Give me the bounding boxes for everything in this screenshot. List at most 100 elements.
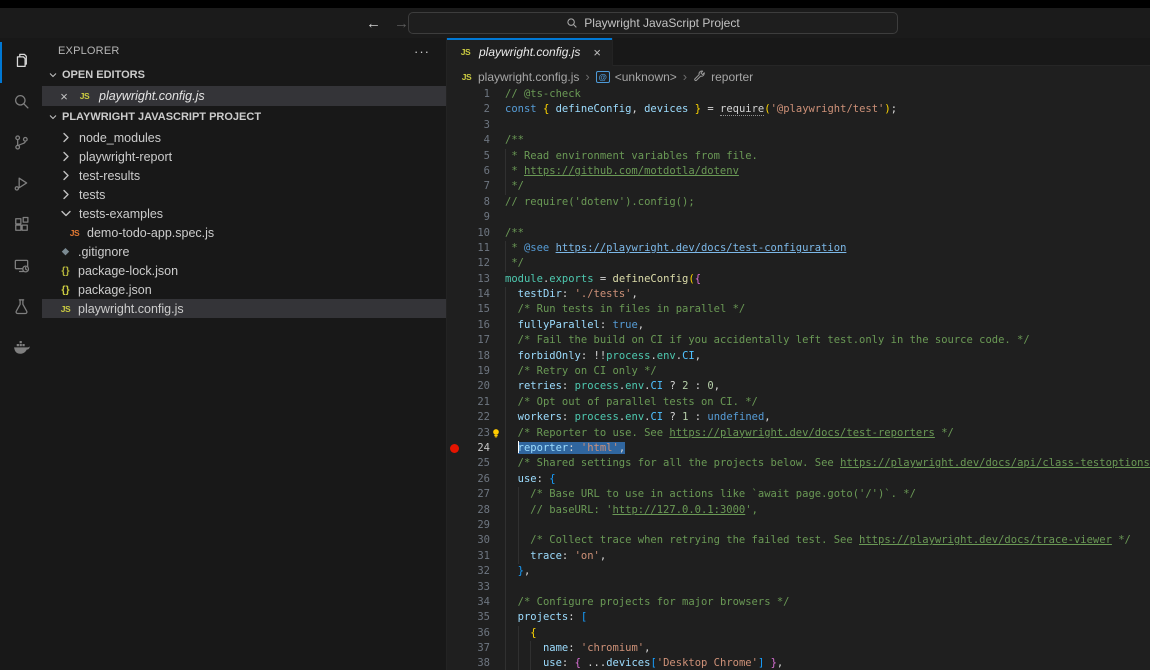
- line-content[interactable]: workers: process.env.CI ? 1 : undefined,: [490, 410, 1150, 425]
- activity-testing[interactable]: [0, 288, 42, 329]
- breakpoint-gutter[interactable]: [447, 364, 462, 379]
- line-content[interactable]: /* Fail the build on CI if you accidenta…: [490, 333, 1150, 348]
- breakpoint-gutter[interactable]: [447, 118, 462, 133]
- breakpoint-gutter[interactable]: [447, 210, 462, 225]
- line-content[interactable]: * https://github.com/motdotla/dotenv: [490, 164, 1150, 179]
- breakpoint-gutter[interactable]: [447, 179, 462, 194]
- breakpoint-gutter[interactable]: [447, 287, 462, 302]
- code-line-19[interactable]: 19 /* Retry on CI only */: [447, 364, 1150, 379]
- code-line-9[interactable]: 9: [447, 210, 1150, 225]
- line-content[interactable]: /* Reporter to use. See https://playwrig…: [490, 426, 1150, 441]
- line-content[interactable]: */: [490, 256, 1150, 271]
- breakpoint-gutter[interactable]: [447, 102, 462, 117]
- line-content[interactable]: name: 'chromium',: [490, 641, 1150, 656]
- code-line-1[interactable]: 1// @ts-check: [447, 87, 1150, 102]
- code-line-15[interactable]: 15 /* Run tests in files in parallel */: [447, 302, 1150, 317]
- section-project[interactable]: PLAYWRIGHT JAVASCRIPT PROJECT: [42, 106, 446, 128]
- activity-run-debug[interactable]: [0, 165, 42, 206]
- line-content[interactable]: // baseURL: 'http://127.0.0.1:3000',: [490, 503, 1150, 518]
- tree-item-test-results[interactable]: test-results: [42, 166, 446, 185]
- code-line-24[interactable]: 24 reporter: 'html',: [447, 441, 1150, 456]
- code-line-16[interactable]: 16 fullyParallel: true,: [447, 318, 1150, 333]
- line-content[interactable]: [490, 118, 1150, 133]
- breakpoint-gutter[interactable]: [447, 472, 462, 487]
- breakpoint-gutter[interactable]: [447, 595, 462, 610]
- code-line-4[interactable]: 4/**: [447, 133, 1150, 148]
- code-line-25[interactable]: 25 /* Shared settings for all the projec…: [447, 456, 1150, 471]
- line-content[interactable]: */: [490, 179, 1150, 194]
- line-content[interactable]: // @ts-check: [490, 87, 1150, 102]
- line-content[interactable]: const { defineConfig, devices } = requir…: [490, 102, 1150, 117]
- line-content[interactable]: {: [490, 626, 1150, 641]
- back-arrow-icon[interactable]: ←: [366, 15, 381, 32]
- breadcrumb-item-playwright-config-js[interactable]: JSplaywright.config.js: [460, 70, 579, 84]
- activity-remote-explorer[interactable]: [0, 247, 42, 288]
- line-content[interactable]: },: [490, 564, 1150, 579]
- code-line-6[interactable]: 6 * https://github.com/motdotla/dotenv: [447, 164, 1150, 179]
- breakpoint-gutter[interactable]: [447, 626, 462, 641]
- line-content[interactable]: reporter: 'html',: [490, 441, 1150, 456]
- code-line-18[interactable]: 18 forbidOnly: !!process.env.CI,: [447, 349, 1150, 364]
- breakpoint-gutter[interactable]: [447, 333, 462, 348]
- line-content[interactable]: [490, 580, 1150, 595]
- code-line-5[interactable]: 5 * Read environment variables from file…: [447, 149, 1150, 164]
- section-open-editors[interactable]: OPEN EDITORS: [42, 64, 446, 86]
- breakpoint-gutter[interactable]: [447, 272, 462, 287]
- line-content[interactable]: /* Run tests in files in parallel */: [490, 302, 1150, 317]
- breakpoint-gutter[interactable]: [447, 226, 462, 241]
- code-editor[interactable]: 1// @ts-check2const { defineConfig, devi…: [447, 87, 1150, 670]
- breakpoint-gutter[interactable]: [447, 149, 462, 164]
- line-content[interactable]: /* Opt out of parallel tests on CI. */: [490, 395, 1150, 410]
- breakpoint-gutter[interactable]: [447, 256, 462, 271]
- tree-item-tests-examples[interactable]: tests-examples: [42, 204, 446, 223]
- line-content[interactable]: // require('dotenv').config();: [490, 195, 1150, 210]
- breakpoint-gutter[interactable]: [447, 379, 462, 394]
- breakpoint-gutter[interactable]: [447, 487, 462, 502]
- breakpoint-gutter[interactable]: [447, 503, 462, 518]
- code-line-13[interactable]: 13module.exports = defineConfig({: [447, 272, 1150, 287]
- breakpoint-gutter[interactable]: [447, 302, 462, 317]
- code-line-35[interactable]: 35 projects: [: [447, 610, 1150, 625]
- open-editor-item-playwright-config[interactable]: × JS playwright.config.js: [42, 86, 446, 106]
- code-line-34[interactable]: 34 /* Configure projects for major brows…: [447, 595, 1150, 610]
- line-content[interactable]: use: {: [490, 472, 1150, 487]
- forward-arrow-icon[interactable]: →: [394, 15, 409, 32]
- code-line-2[interactable]: 2const { defineConfig, devices } = requi…: [447, 102, 1150, 117]
- code-line-20[interactable]: 20 retries: process.env.CI ? 2 : 0,: [447, 379, 1150, 394]
- code-line-10[interactable]: 10/**: [447, 226, 1150, 241]
- breakpoint-gutter[interactable]: [447, 641, 462, 656]
- code-line-12[interactable]: 12 */: [447, 256, 1150, 271]
- code-line-33[interactable]: 33: [447, 580, 1150, 595]
- activity-extensions[interactable]: [0, 206, 42, 247]
- tree-item-playwright-report[interactable]: playwright-report: [42, 147, 446, 166]
- tree-item-tests[interactable]: tests: [42, 185, 446, 204]
- activity-docker[interactable]: [0, 329, 42, 370]
- line-content[interactable]: projects: [: [490, 610, 1150, 625]
- line-content[interactable]: [490, 210, 1150, 225]
- line-content[interactable]: * @see https://playwright.dev/docs/test-…: [490, 241, 1150, 256]
- code-line-28[interactable]: 28 // baseURL: 'http://127.0.0.1:3000',: [447, 503, 1150, 518]
- tree-item-playwright-config-js[interactable]: JSplaywright.config.js: [42, 299, 446, 318]
- close-icon[interactable]: ×: [593, 45, 601, 60]
- breakpoint-gutter[interactable]: [447, 410, 462, 425]
- code-line-27[interactable]: 27 /* Base URL to use in actions like `a…: [447, 487, 1150, 502]
- line-content[interactable]: /* Collect trace when retrying the faile…: [490, 533, 1150, 548]
- line-content[interactable]: retries: process.env.CI ? 2 : 0,: [490, 379, 1150, 394]
- close-icon[interactable]: ×: [58, 89, 70, 104]
- tree-item-package-json[interactable]: {}package.json: [42, 280, 446, 299]
- code-line-37[interactable]: 37 name: 'chromium',: [447, 641, 1150, 656]
- more-actions-icon[interactable]: ···: [414, 44, 430, 59]
- code-line-26[interactable]: 26 use: {: [447, 472, 1150, 487]
- line-content[interactable]: module.exports = defineConfig({: [490, 272, 1150, 287]
- line-content[interactable]: * Read environment variables from file.: [490, 149, 1150, 164]
- line-content[interactable]: trace: 'on',: [490, 549, 1150, 564]
- breakpoint-gutter[interactable]: [447, 580, 462, 595]
- code-line-21[interactable]: 21 /* Opt out of parallel tests on CI. *…: [447, 395, 1150, 410]
- line-content[interactable]: testDir: './tests',: [490, 287, 1150, 302]
- command-center-search[interactable]: Playwright JavaScript Project: [408, 12, 898, 34]
- breakpoint-gutter[interactable]: [447, 241, 462, 256]
- breakpoint-gutter[interactable]: [447, 195, 462, 210]
- code-line-32[interactable]: 32 },: [447, 564, 1150, 579]
- activity-search[interactable]: [0, 83, 42, 124]
- line-content[interactable]: /* Retry on CI only */: [490, 364, 1150, 379]
